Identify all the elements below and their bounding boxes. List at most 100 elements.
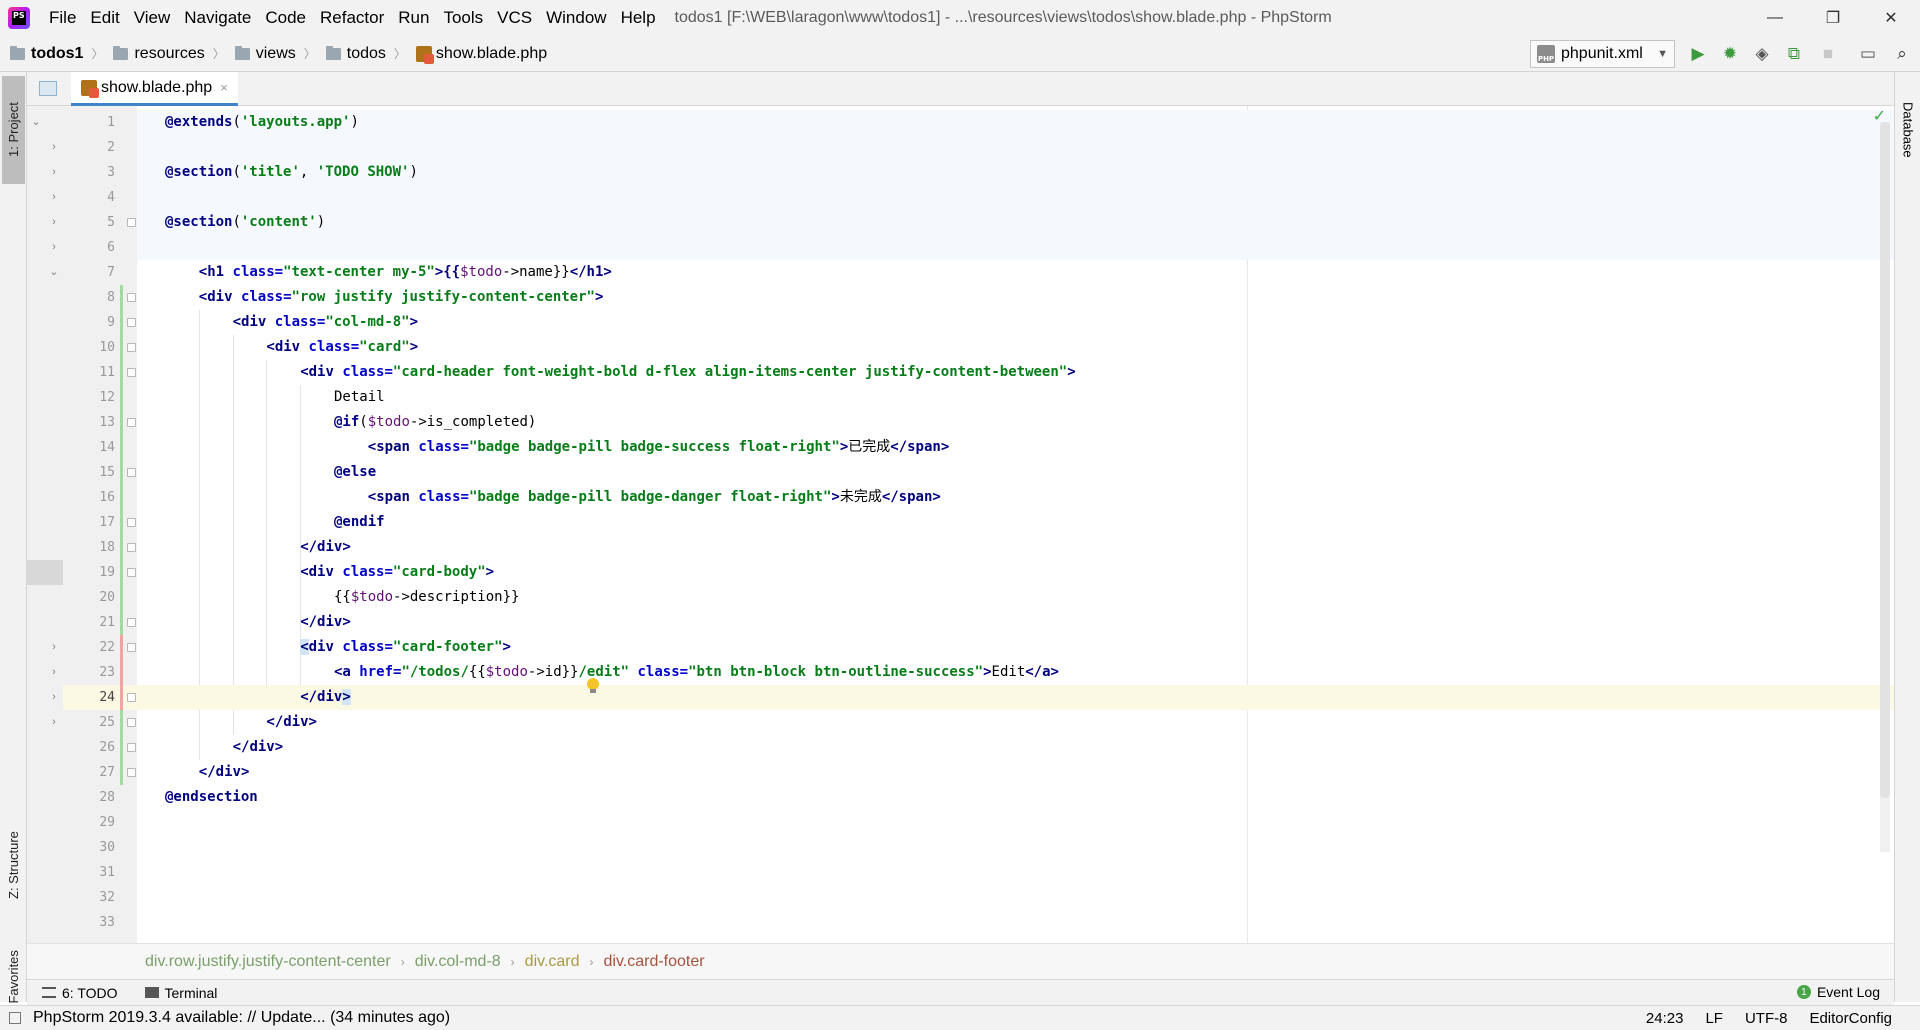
vcs-change-marker[interactable] [120, 635, 123, 710]
breadcrumb-resources[interactable]: resources 〉 [103, 44, 225, 63]
search-icon[interactable]: ⌕ [1892, 44, 1912, 64]
chevron-down-icon: ▼ [1657, 48, 1668, 60]
line-number: 21 [99, 615, 115, 630]
tab-structure[interactable]: Z: Structure [2, 812, 25, 918]
menu-view[interactable]: View [127, 8, 178, 28]
code-line: </div> [300, 614, 351, 630]
right-tool-strip: Database [1894, 72, 1920, 1002]
file-encoding[interactable]: UTF-8 [1745, 1010, 1788, 1027]
event-log-button[interactable]: 1 Event Log [1796, 984, 1880, 1000]
chevron-right-icon[interactable]: › [49, 660, 59, 685]
breadcrumb-file[interactable]: show.blade.php [406, 44, 548, 64]
breadcrumb-views[interactable]: views 〉 [225, 45, 316, 63]
fold-toggle-icon[interactable] [127, 718, 136, 727]
fold-toggle-icon[interactable] [127, 643, 136, 652]
lightbulb-icon[interactable] [587, 678, 599, 694]
tab-database[interactable]: Database [1897, 82, 1919, 178]
fold-toggle-icon[interactable] [127, 218, 136, 227]
breadcrumb-project[interactable]: todos1 〉 [0, 45, 103, 63]
fold-toggle-icon[interactable] [127, 418, 136, 427]
code-area[interactable]: @extends('layouts.app') @section('title'… [137, 106, 1894, 943]
navigation-bar: todos1 〉 resources 〉 views 〉 todos 〉 show.bl… [0, 36, 1920, 72]
tab-label: show.blade.php [101, 78, 213, 96]
chevron-down-icon[interactable]: ⌄ [49, 260, 59, 285]
tag-crumb-card-footer[interactable]: div.card-footer [604, 953, 705, 971]
tag-crumb-row[interactable]: div.row.justify.justify-content-center [145, 953, 391, 971]
fold-toggle-icon[interactable] [127, 368, 136, 377]
line-separator[interactable]: LF [1705, 1010, 1723, 1027]
project-view-icon[interactable] [39, 81, 57, 96]
tab-project[interactable]: 1: Project [2, 76, 25, 184]
caret-position[interactable]: 24:23 [1646, 1010, 1684, 1027]
menu-vcs[interactable]: VCS [490, 8, 539, 28]
fold-toggle-icon[interactable] [127, 768, 136, 777]
chevron-right-icon: › [400, 954, 405, 969]
vcs-change-marker[interactable] [120, 285, 123, 635]
line-number: 30 [99, 840, 115, 855]
restore-button[interactable]: ❐ [1804, 0, 1862, 36]
breadcrumb-label: resources [134, 44, 205, 62]
code-line: @section('title', 'TODO SHOW') [137, 160, 1894, 185]
profile-icon[interactable]: ⧉ [1784, 44, 1804, 64]
run-configuration-select[interactable]: PHP phpunit.xml ▼ [1530, 40, 1675, 68]
stop-icon[interactable]: ■ [1818, 44, 1838, 64]
menu-edit[interactable]: Edit [83, 8, 126, 28]
fold-toggle-icon[interactable] [127, 293, 136, 302]
chevron-right-icon[interactable]: › [49, 160, 59, 185]
fold-toggle-icon[interactable] [127, 693, 136, 702]
close-tab-icon[interactable]: × [220, 80, 228, 95]
fold-toggle-icon[interactable] [127, 318, 136, 327]
chevron-right-icon[interactable]: › [49, 135, 59, 160]
editorconfig-indicator[interactable]: EditorConfig [1809, 1010, 1892, 1027]
code-editor[interactable]: ⌄ › › › › › ⌄ › › › › 1 2 3 4 5 6 7 8 9 10 11 12 13 14 15 16 17 18 1… [27, 106, 1894, 943]
line-number: 24 [99, 690, 115, 705]
vcs-change-marker[interactable] [120, 710, 123, 785]
fold-toggle-icon[interactable] [127, 518, 136, 527]
line-number: 32 [99, 890, 115, 905]
code-line: @if($todo->is_completed) [334, 414, 537, 430]
menu-file[interactable]: File [42, 8, 83, 28]
fold-toggle-icon[interactable] [127, 568, 136, 577]
fold-toggle-icon[interactable] [127, 618, 136, 627]
menu-help[interactable]: Help [614, 8, 663, 28]
chevron-right-icon[interactable]: › [49, 185, 59, 210]
minimize-button[interactable]: — [1746, 0, 1804, 36]
menu-navigate[interactable]: Navigate [177, 8, 258, 28]
fold-toggle-icon[interactable] [127, 543, 136, 552]
chevron-right-icon[interactable]: › [49, 635, 59, 660]
fold-toggle-icon[interactable] [127, 343, 136, 352]
line-number: 33 [99, 915, 115, 930]
chevron-right-icon[interactable]: › [49, 710, 59, 735]
line-number: 12 [99, 390, 115, 405]
project-structure-icon[interactable]: ▭ [1858, 44, 1878, 64]
tab-show-blade[interactable]: show.blade.php × [71, 72, 238, 106]
breadcrumb-label: show.blade.php [435, 44, 548, 62]
phpstorm-logo-icon: PS [8, 7, 30, 29]
close-button[interactable]: ✕ [1862, 0, 1920, 36]
tag-crumb-col[interactable]: div.col-md-8 [415, 953, 501, 971]
status-window-icon[interactable] [9, 1012, 21, 1024]
scrollbar-thumb[interactable] [1880, 122, 1890, 798]
menu-window[interactable]: Window [539, 8, 613, 28]
tag-crumb-card[interactable]: div.card [525, 953, 580, 971]
chevron-right-icon[interactable]: › [49, 235, 59, 260]
line-number: 16 [99, 490, 115, 505]
terminal-button[interactable]: Terminal [144, 985, 217, 1001]
run-icon[interactable]: ▶ [1688, 44, 1708, 64]
fold-toggle-icon[interactable] [127, 468, 136, 477]
debug-icon[interactable]: ✹ [1720, 44, 1740, 64]
code-line: <a href="/todos/{{$todo->id}}/edit" clas… [334, 664, 1059, 680]
chevron-right-icon[interactable]: › [49, 210, 59, 235]
chevron-down-icon[interactable]: ⌄ [31, 110, 41, 135]
status-message[interactable]: PhpStorm 2019.3.4 available: // Update..… [33, 1009, 450, 1027]
menu-tools[interactable]: Tools [436, 8, 490, 28]
fold-toggle-icon[interactable] [127, 743, 136, 752]
menu-refactor[interactable]: Refactor [313, 8, 391, 28]
chevron-right-icon[interactable]: › [49, 685, 59, 710]
menu-run[interactable]: Run [391, 8, 436, 28]
line-number: 29 [99, 815, 115, 830]
todo-button[interactable]: 6: TODO [42, 985, 118, 1001]
coverage-icon[interactable]: ◈ [1752, 44, 1772, 64]
breadcrumb-todos[interactable]: todos 〉 [316, 45, 406, 63]
menu-code[interactable]: Code [258, 8, 313, 28]
